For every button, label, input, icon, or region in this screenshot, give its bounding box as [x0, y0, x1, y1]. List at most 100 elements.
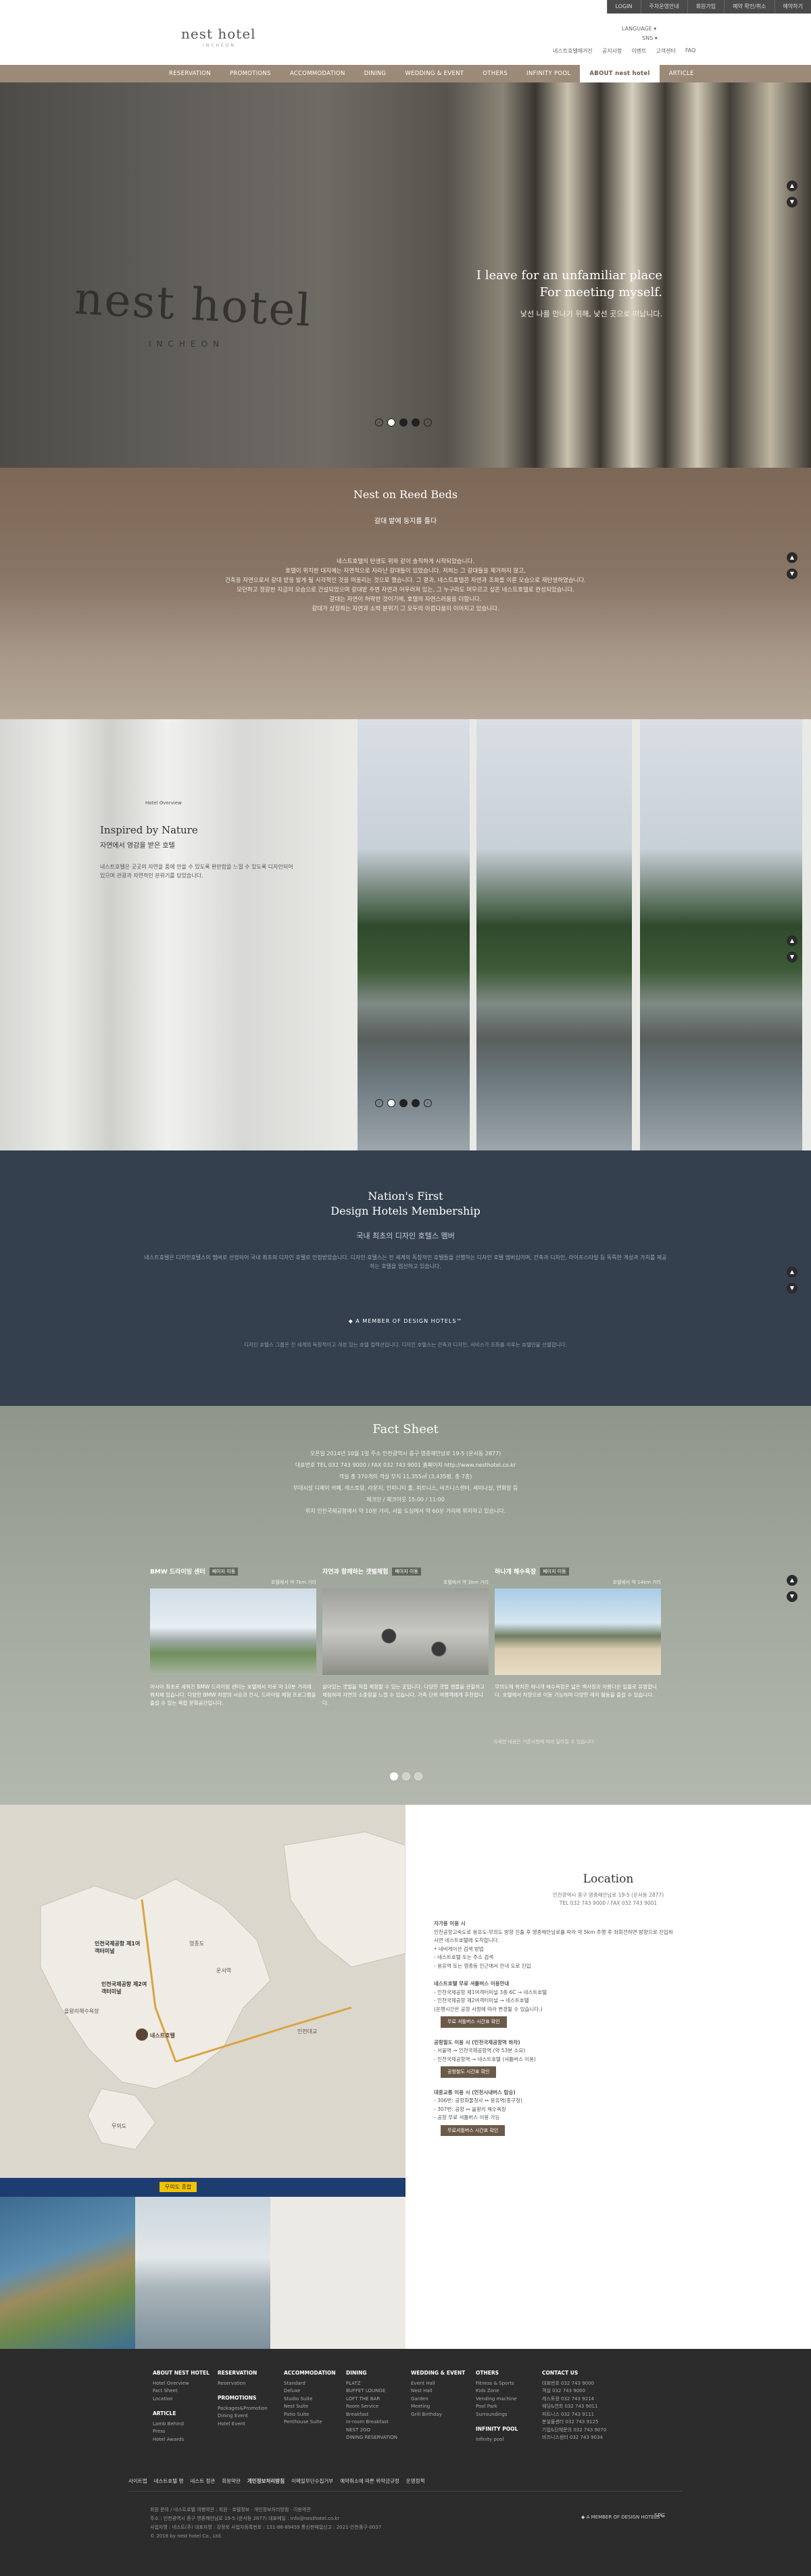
- map-strip-label[interactable]: 무의도 종합: [159, 2182, 197, 2192]
- event-link[interactable]: 이벤트: [631, 47, 646, 55]
- footer-design-hotels-badge[interactable]: ◆ A MEMBER OF DESIGN HOTELS™: [581, 2514, 664, 2520]
- footer-link[interactable]: Penthouse Suite: [284, 2419, 336, 2427]
- attraction-link[interactable]: 페이지 이동: [392, 1567, 421, 1576]
- nav-wedding-event[interactable]: WEDDING & EVENT: [395, 65, 473, 82]
- footer-link[interactable]: Fitness & Sports: [476, 2380, 518, 2388]
- prev-arrow-icon[interactable]: ‹: [375, 418, 383, 427]
- arrow-up-icon[interactable]: ▲: [787, 1267, 797, 1278]
- design-hotels-badge[interactable]: ◆ A MEMBER OF DESIGN HOTELS™: [0, 1318, 811, 1324]
- nav-infinity-pool[interactable]: INFINITY POOL: [517, 65, 580, 82]
- footer-spg-badge[interactable]: SPG: [654, 2512, 665, 2519]
- footer-link[interactable]: Press: [153, 2428, 210, 2436]
- footer-link[interactable]: Hotel Awards: [153, 2436, 210, 2444]
- footer-link[interactable]: BUFFET LOUNGE: [346, 2387, 397, 2396]
- slide-dot[interactable]: [402, 1772, 410, 1780]
- parking-info-link[interactable]: 주차운영안내: [640, 0, 687, 14]
- arrow-down-icon[interactable]: ▼: [787, 197, 797, 208]
- nav-reservation[interactable]: RESERVATION: [159, 65, 220, 82]
- footer-link[interactable]: Surroundings: [476, 2411, 518, 2419]
- footer-link[interactable]: Patio Suite: [284, 2411, 336, 2419]
- policy-link[interactable]: 운영정책: [406, 2477, 425, 2485]
- arrow-down-icon[interactable]: ▼: [787, 952, 797, 963]
- policy-link[interactable]: 개인정보처리방침: [247, 2477, 285, 2485]
- arrow-up-icon[interactable]: ▲: [787, 1575, 797, 1586]
- policy-link[interactable]: 예약취소에 따른 위약금규정: [340, 2477, 399, 2485]
- book-now-link[interactable]: 예약하기: [774, 0, 811, 14]
- next-arrow-icon[interactable]: ›: [424, 418, 432, 427]
- arrow-up-icon[interactable]: ▲: [787, 180, 797, 191]
- bus-timetable-button[interactable]: 무료셔틀버스 시간표 확인: [441, 2124, 506, 2136]
- footer-link[interactable]: Hotel Overview: [153, 2380, 210, 2388]
- footer-link[interactable]: Fact Sheet: [153, 2387, 210, 2396]
- slide-dot[interactable]: [414, 1772, 422, 1780]
- policy-link[interactable]: 네스트호텔 행: [154, 2477, 184, 2485]
- footer-link[interactable]: PLATZ: [346, 2380, 397, 2388]
- slide-dot[interactable]: [412, 1099, 420, 1107]
- arrow-up-icon[interactable]: ▲: [787, 552, 797, 563]
- footer-link[interactable]: Dining Event: [218, 2412, 268, 2421]
- footer-link[interactable]: Garden: [411, 2396, 465, 2404]
- hotel-logo[interactable]: nest hotel: [181, 26, 256, 42]
- shuttle-timetable-button[interactable]: 무료 셔틀버스 시간표 확인: [441, 2016, 507, 2028]
- join-link[interactable]: 회원가입: [687, 0, 724, 14]
- policy-link[interactable]: 이메일무단수집거부: [291, 2477, 333, 2485]
- footer-link[interactable]: Lamb Behind: [153, 2421, 210, 2429]
- nav-promotions[interactable]: PROMOTIONS: [220, 65, 280, 82]
- nav-about[interactable]: ABOUT nest hotel: [580, 65, 660, 82]
- attraction-link[interactable]: 페이지 이동: [540, 1567, 569, 1576]
- arrow-down-icon[interactable]: ▼: [787, 1283, 797, 1294]
- nav-article[interactable]: ARTICLE: [660, 65, 704, 82]
- location-map[interactable]: 인천국제공항 제1여객터미널 인천국제공항 제2여객터미널 네스트호텔 영종도 …: [0, 1805, 406, 2190]
- sns-selector[interactable]: SNS ▾: [642, 35, 658, 41]
- footer-link[interactable]: NEST 2GO: [346, 2427, 397, 2435]
- policy-link[interactable]: 회원약관: [222, 2477, 241, 2485]
- rail-timetable-button[interactable]: 공항철도 시간표 확인: [441, 2066, 497, 2078]
- footer-link[interactable]: Nest Suite: [284, 2403, 336, 2411]
- nav-others[interactable]: OTHERS: [473, 65, 517, 82]
- footer-link[interactable]: Packages&Promotion: [218, 2405, 268, 2413]
- footer-link[interactable]: Standard: [284, 2380, 336, 2388]
- footer-link[interactable]: Kids Zone: [476, 2387, 518, 2396]
- slide-dot[interactable]: [399, 418, 408, 427]
- notice-link[interactable]: 공지사항: [602, 47, 622, 55]
- next-arrow-icon[interactable]: ›: [424, 1099, 432, 1107]
- footer-link[interactable]: Meeting: [411, 2403, 465, 2411]
- nav-dining[interactable]: DINING: [355, 65, 396, 82]
- footer-link[interactable]: Nest Hall: [411, 2387, 465, 2396]
- footer-link[interactable]: Event Hall: [411, 2380, 465, 2388]
- footer-link[interactable]: Studio Suite: [284, 2396, 336, 2404]
- reservation-check-link[interactable]: 예약 확인/취소: [724, 0, 774, 14]
- footer-link[interactable]: Grill Birthday: [411, 2411, 465, 2419]
- slide-dot[interactable]: [412, 418, 420, 427]
- footer-link[interactable]: DINING RESERVATION: [346, 2434, 397, 2442]
- footer-link[interactable]: Pool Park: [476, 2403, 518, 2411]
- slide-dot[interactable]: [390, 1772, 398, 1780]
- footer-link[interactable]: LOFT THE BAR: [346, 2396, 397, 2404]
- nav-accommodation[interactable]: ACCOMMODATION: [280, 65, 355, 82]
- prev-arrow-icon[interactable]: ‹: [375, 1099, 383, 1107]
- slide-dot[interactable]: [399, 1099, 408, 1107]
- arrow-down-icon[interactable]: ▼: [787, 568, 797, 579]
- customer-center-link[interactable]: 고객센터: [656, 47, 675, 55]
- directions: 자가용 이용 시 인천공항고속도로 용유도-무의도 방향 진출 후 영종해안남로…: [434, 1913, 677, 2140]
- language-selector[interactable]: LANGUAGE ▾: [622, 26, 656, 32]
- magazine-link[interactable]: 네스트호텔매거진: [553, 47, 593, 55]
- login-link[interactable]: LOGIN: [606, 0, 641, 14]
- footer-link[interactable]: Hotel Event: [218, 2421, 268, 2429]
- policy-link[interactable]: 사이트맵: [128, 2477, 147, 2485]
- footer-link[interactable]: Room Service: [346, 2403, 397, 2411]
- arrow-up-icon[interactable]: ▲: [787, 935, 797, 946]
- footer-link[interactable]: Location: [153, 2396, 210, 2404]
- footer-link[interactable]: Vending machine: [476, 2396, 518, 2404]
- policy-link[interactable]: 네스트 정관: [190, 2477, 215, 2485]
- slide-dot[interactable]: [387, 418, 395, 427]
- attraction-link[interactable]: 페이지 이동: [209, 1567, 239, 1576]
- footer-link[interactable]: Breakfast: [346, 2411, 397, 2419]
- slide-dot[interactable]: [387, 1099, 395, 1107]
- faq-link[interactable]: FAQ: [685, 47, 696, 55]
- arrow-down-icon[interactable]: ▼: [787, 1591, 797, 1602]
- footer-link[interactable]: In-room Breakfast: [346, 2419, 397, 2427]
- footer-link[interactable]: Deluxe: [284, 2387, 336, 2396]
- footer-link[interactable]: Reservation: [218, 2380, 268, 2388]
- footer-link[interactable]: Infinity pool: [476, 2436, 518, 2444]
